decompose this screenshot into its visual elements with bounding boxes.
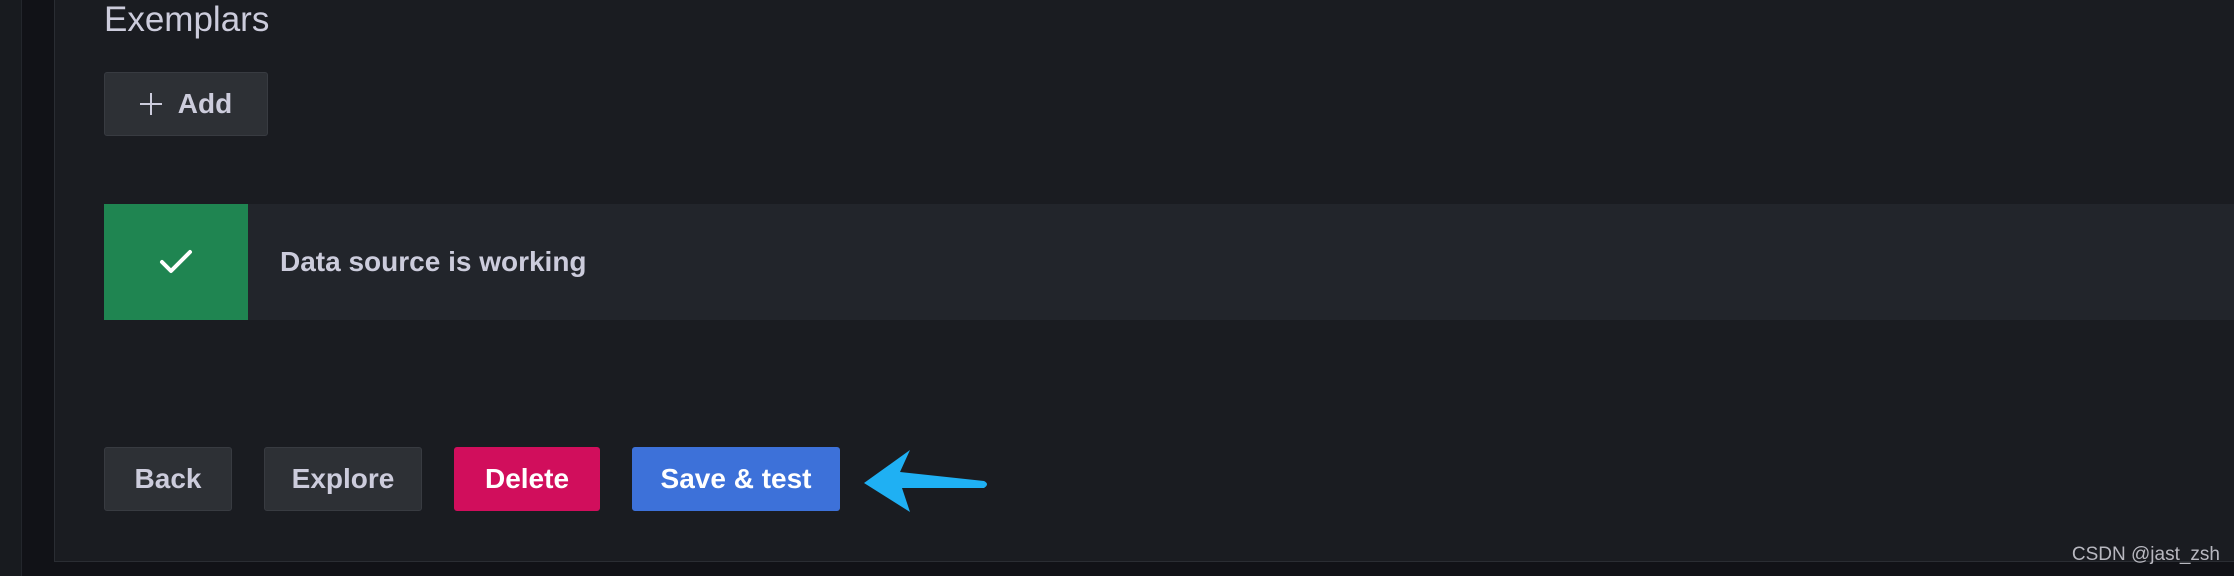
plus-icon <box>139 93 162 115</box>
alert-message: Data source is working <box>280 246 587 277</box>
delete-button[interactable]: Delete <box>454 447 600 511</box>
alert-icon-box <box>104 204 248 320</box>
save-and-test-button[interactable]: Save & test <box>632 447 840 511</box>
arrow-left-icon <box>864 450 987 512</box>
success-alert: Data source is working <box>104 204 2234 320</box>
left-rail <box>0 0 22 576</box>
check-icon <box>160 250 192 273</box>
watermark: CSDN @jast_zsh <box>2071 544 2220 565</box>
explore-button[interactable]: Explore <box>264 447 422 511</box>
back-button[interactable]: Back <box>104 447 232 511</box>
add-button-label: Add <box>177 88 233 119</box>
page: Exemplars Add Data source is working Bac… <box>0 0 2234 576</box>
exemplars-title: Exemplars <box>104 0 270 39</box>
add-exemplar-button[interactable]: Add <box>104 72 268 136</box>
